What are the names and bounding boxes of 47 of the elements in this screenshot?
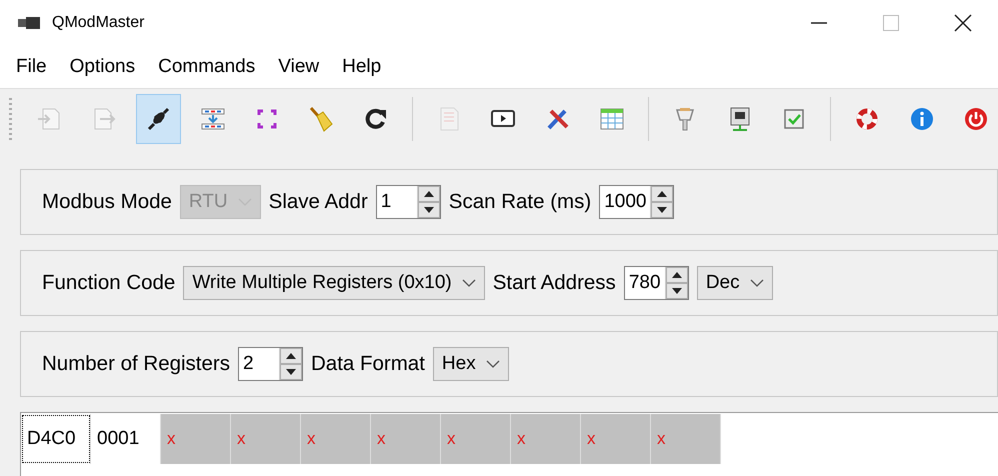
increment-button[interactable] — [666, 267, 688, 283]
maximize-icon — [883, 15, 899, 31]
up-arrow-icon — [424, 191, 434, 197]
down-arrow-icon — [424, 207, 434, 213]
menu-item[interactable]: Help — [334, 52, 390, 82]
field-label: Modbus Mode — [42, 190, 172, 214]
field-label: Function Code — [42, 271, 176, 295]
menu-item[interactable]: View — [270, 52, 328, 82]
spin-box[interactable]: 1 — [376, 185, 441, 219]
field-label: Data Format — [310, 352, 425, 376]
broom-icon — [307, 105, 336, 133]
increment-button[interactable] — [418, 186, 440, 202]
grip-icon[interactable] — [8, 96, 14, 142]
up-arrow-icon — [672, 272, 682, 278]
chevron-down-icon — [462, 279, 476, 287]
down-arrow-icon — [286, 369, 296, 375]
close-icon — [954, 14, 972, 32]
dropdown[interactable]: Dec — [696, 266, 773, 300]
field-label: Slave Addr — [268, 190, 368, 214]
up-arrow-icon — [286, 353, 296, 359]
menu-item[interactable]: Commands — [150, 52, 264, 82]
chevron-down-icon — [486, 360, 500, 368]
spin-box[interactable]: 1000 — [599, 185, 674, 219]
menu-item[interactable]: Options — [62, 52, 144, 82]
increment-button[interactable] — [651, 186, 674, 202]
dropdown[interactable]: Write Multiple Registers (0x10) — [183, 266, 485, 300]
minimize-icon — [811, 22, 827, 24]
window-title: QModMaster — [52, 14, 144, 32]
menu-item[interactable]: File — [8, 52, 55, 82]
decrement-button[interactable] — [418, 202, 440, 218]
field-label: Number of Registers — [42, 352, 230, 376]
down-arrow-icon — [657, 207, 668, 213]
down-arrow-icon — [672, 288, 682, 294]
decrement-button[interactable] — [280, 364, 302, 380]
field-label: Start Address — [492, 271, 616, 295]
decrement-button[interactable] — [651, 202, 674, 218]
spin-box[interactable]: 780 — [624, 266, 689, 300]
toolbar-button[interactable] — [136, 94, 181, 144]
app-icon — [18, 16, 40, 30]
spin-box[interactable]: 2 — [238, 347, 303, 381]
field-label: Scan Rate (ms) — [448, 190, 592, 214]
increment-button[interactable] — [280, 348, 302, 364]
dropdown[interactable]: Hex — [432, 347, 509, 381]
up-arrow-icon — [657, 191, 668, 197]
table-cell[interactable]: D4C0 — [21, 414, 91, 464]
decrement-button[interactable] — [666, 283, 688, 299]
chevron-down-icon — [750, 279, 764, 287]
